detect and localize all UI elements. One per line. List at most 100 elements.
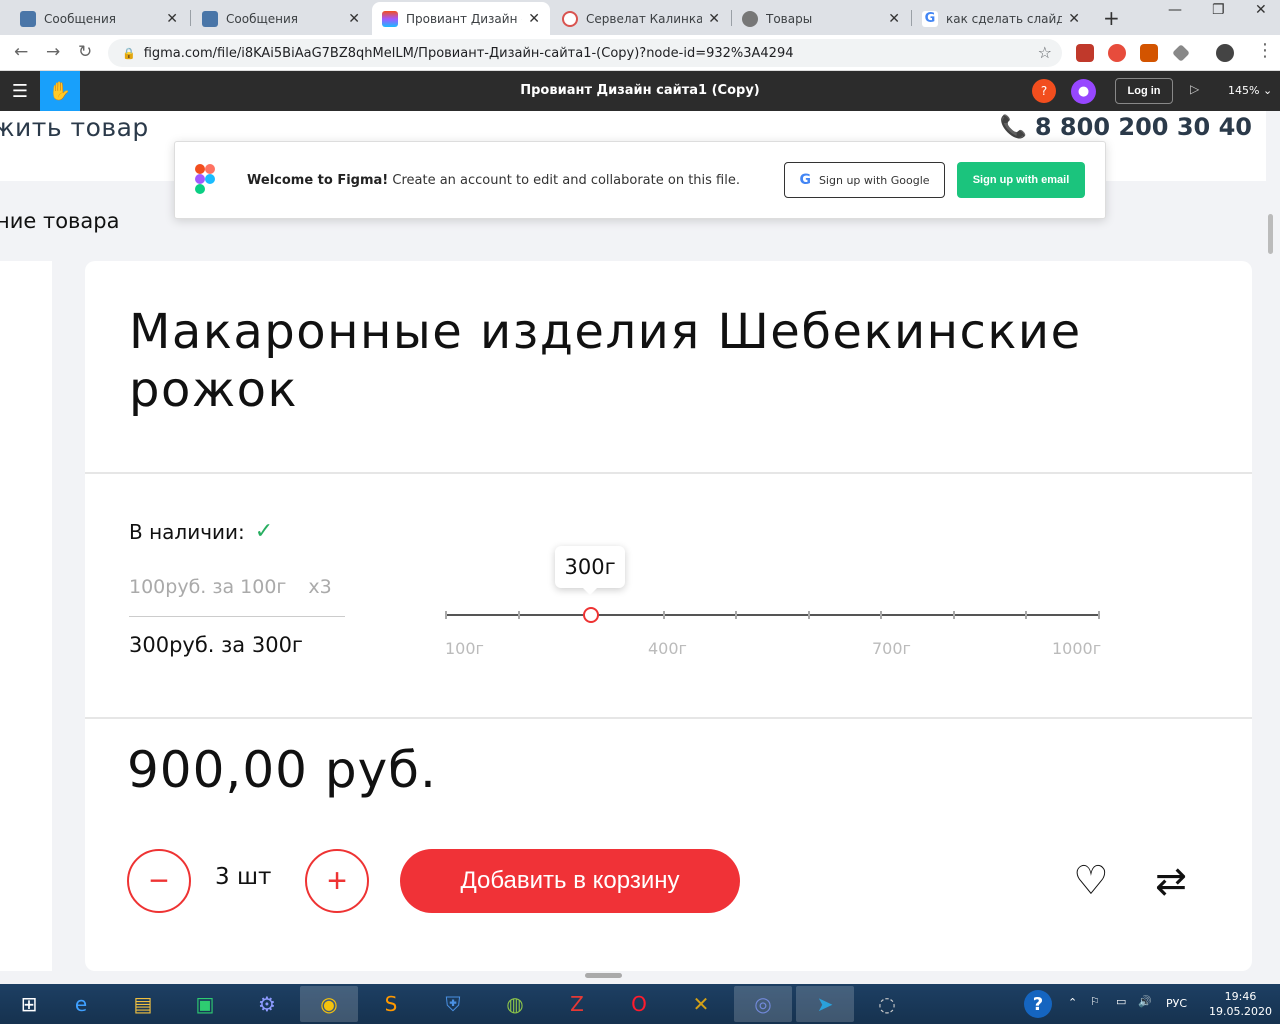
vertical-scrollbar[interactable] — [1268, 214, 1273, 254]
vk-messages-icon — [20, 10, 36, 27]
tab-title: Сообщения — [226, 11, 299, 26]
option-multiplier: x3 — [308, 576, 332, 598]
slider-thumb[interactable] — [583, 607, 600, 623]
sign-up-email-button[interactable]: Sign up with email — [957, 162, 1085, 198]
browser-tab[interactable]: Сообщения ✕ — [192, 2, 370, 35]
extension-icon[interactable] — [1172, 44, 1190, 62]
close-icon[interactable]: ✕ — [166, 11, 178, 27]
slider-label: 1000г — [1052, 639, 1102, 658]
in-stock-label: В наличии: — [129, 519, 245, 544]
increase-quantity-button[interactable]: + — [305, 849, 369, 913]
slider-tick — [735, 611, 738, 619]
product-title: Макаронные изделия Шебекинские рожок — [129, 304, 1082, 418]
app-icon[interactable]: ◌ — [858, 986, 916, 1022]
price-option-300g[interactable]: 300руб. за 300г — [129, 633, 303, 657]
close-icon[interactable]: ✕ — [708, 11, 720, 27]
slider-value-tooltip: 300г — [555, 546, 626, 595]
adblock-icon[interactable] — [1108, 44, 1126, 62]
slider-tick — [952, 611, 955, 619]
slider-tick — [1098, 611, 1100, 619]
opera-icon[interactable]: O — [610, 986, 668, 1022]
welcome-banner: Welcome to Figma! Create an account to e… — [174, 141, 1106, 219]
network-icon[interactable]: ⚐ — [1090, 995, 1100, 1008]
restore-icon[interactable]: ❐ — [1212, 2, 1225, 18]
tab-title: Сервелат Калинка ф — [586, 11, 703, 26]
help-tray-icon[interactable]: ? — [1024, 990, 1052, 1018]
zoom-level[interactable]: 145% ⌄ — [1228, 84, 1272, 97]
login-button[interactable]: Log in — [1115, 78, 1173, 104]
quantity-value: 3 шт — [215, 864, 272, 890]
game-icon[interactable]: ◍ — [486, 986, 544, 1022]
close-icon[interactable]: ✕ — [888, 11, 900, 27]
heart-icon[interactable]: ♡ — [1073, 858, 1109, 904]
extension-icon[interactable] — [1140, 44, 1158, 62]
windows-start-icon[interactable]: ⊞ — [0, 986, 58, 1022]
close-window-icon[interactable]: ✕ — [1255, 2, 1267, 18]
price-option-100g[interactable]: 100руб. за 100г x3 — [129, 576, 332, 598]
in-stock-status: В наличии: ✓ — [129, 519, 273, 544]
show-hidden-icons[interactable]: ⌃ — [1068, 996, 1077, 1009]
reload-icon[interactable]: ↻ — [78, 42, 92, 62]
google-icon: G — [799, 172, 811, 188]
system-tray: ? ⌃ ⚐ ▭ 🔊 РУС 19:46 19.05.2020 — [1020, 984, 1280, 1024]
browser-tab[interactable]: G как сделать слайдер ✕ — [912, 2, 1090, 35]
option-price: 100руб. за 100г — [129, 576, 287, 598]
sign-up-google-button[interactable]: G Sign up with Google — [784, 162, 945, 198]
defender-shield-icon[interactable]: ⛨ — [424, 986, 482, 1022]
phone-text: 8 800 200 30 40 — [1034, 113, 1252, 141]
slider-track[interactable] — [445, 614, 1100, 616]
browser-tab-active[interactable]: Провиант Дизайн са ✕ — [372, 2, 550, 35]
language-indicator[interactable]: РУС — [1166, 997, 1187, 1010]
present-play-icon[interactable]: ▷ — [1190, 82, 1199, 96]
checkmark-icon: ✓ — [254, 519, 274, 544]
back-arrow-icon[interactable]: ← — [14, 42, 28, 62]
phone-icon: 📞 — [999, 114, 1027, 140]
settings-gear-icon[interactable]: ⚙ — [238, 986, 296, 1022]
google-button-label: Sign up with Google — [818, 173, 930, 187]
close-icon[interactable]: ✕ — [528, 11, 540, 27]
total-price: 900,00 руб. — [127, 741, 437, 799]
forward-arrow-icon[interactable]: → — [46, 42, 60, 62]
close-icon[interactable]: ✕ — [348, 11, 360, 27]
bookmark-star-icon[interactable]: ☆ — [1038, 43, 1052, 62]
file-explorer-icon[interactable]: ▤ — [114, 986, 172, 1022]
decrease-quantity-button[interactable]: − — [127, 849, 191, 913]
globe-icon — [742, 10, 758, 27]
windows-taskbar: ⊞ e ▤ ▣ ⚙ ◉ S ⛨ ◍ Z O ✕ ◎ ➤ ◌ ? ⌃ ⚐ ▭ 🔊 … — [0, 984, 1280, 1024]
display-icon[interactable]: ▭ — [1116, 995, 1126, 1008]
weight-slider[interactable]: 300г 100г 400г 700г 1000г — [445, 536, 1102, 666]
tab-title: Провиант Дизайн са — [406, 11, 522, 26]
product-card: Макаронные изделия Шебекинские рожок В н… — [85, 261, 1252, 971]
close-icon[interactable]: ✕ — [1068, 11, 1080, 27]
profile-avatar[interactable] — [1216, 44, 1234, 62]
horizontal-scrollbar[interactable] — [585, 973, 622, 978]
figma-canvas[interactable]: жить товар 📞 8 800 200 30 40 ние товара … — [0, 111, 1280, 984]
slider-tick — [445, 611, 447, 619]
clock[interactable]: 19:46 19.05.2020 — [1209, 989, 1272, 1019]
time: 19:46 — [1224, 990, 1257, 1003]
extension-icon[interactable] — [1076, 44, 1094, 62]
store-icon[interactable]: ▣ — [176, 986, 234, 1022]
browser-tab[interactable]: Сервелат Калинка ф ✕ — [552, 2, 730, 35]
volume-icon[interactable]: 🔊 — [1138, 995, 1152, 1008]
browser-tab[interactable]: Товары ✕ — [732, 2, 910, 35]
new-tab-plus-icon[interactable]: + — [1103, 6, 1120, 30]
url-input[interactable]: 🔒 figma.com/file/i8KAi5BiAaG7BZ8qhMelLM/… — [108, 39, 1062, 67]
game-icon[interactable]: ✕ — [672, 986, 730, 1022]
telegram-icon[interactable]: ➤ — [796, 986, 854, 1022]
filezilla-icon[interactable]: Z — [548, 986, 606, 1022]
sublime-text-icon[interactable]: S — [362, 986, 420, 1022]
welcome-message: Welcome to Figma! Create an account to e… — [247, 173, 740, 188]
help-icon[interactable]: ? — [1032, 79, 1056, 103]
compare-arrows-icon[interactable]: ⇄ — [1155, 859, 1187, 903]
chrome-icon[interactable]: ◉ — [300, 986, 358, 1022]
internet-explorer-icon[interactable]: e — [52, 986, 110, 1022]
divider — [85, 717, 1252, 719]
figma-toolbar: ☰ ✋ Провиант Дизайн сайта1 (Copy) ? ● Lo… — [0, 71, 1280, 111]
add-to-cart-button[interactable]: Добавить в корзину — [400, 849, 740, 913]
discord-icon[interactable]: ◎ — [734, 986, 792, 1022]
user-avatar-icon[interactable]: ● — [1071, 79, 1096, 104]
minimize-icon[interactable]: — — [1168, 2, 1182, 18]
browser-tab[interactable]: Сообщения ✕ — [10, 2, 188, 35]
browser-menu-icon[interactable]: ⋮ — [1256, 40, 1274, 61]
